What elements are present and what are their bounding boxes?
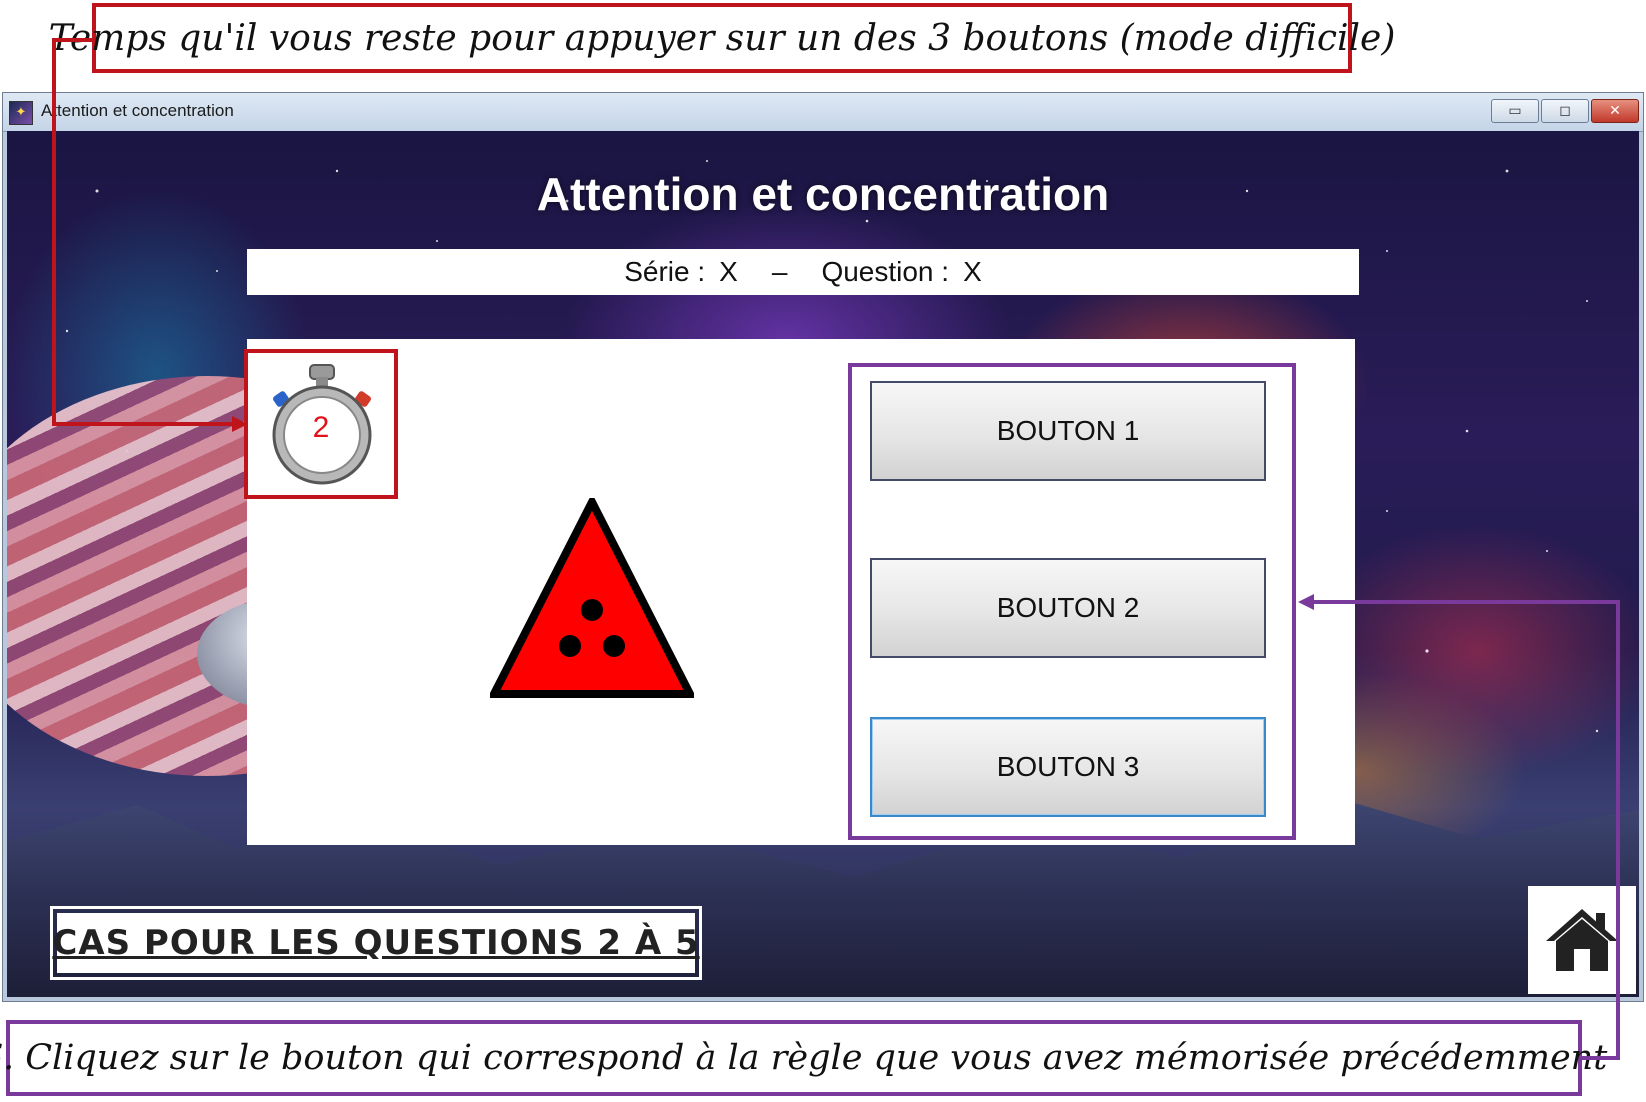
case-label: CAS POUR LES QUESTIONS 2 À 5 (50, 906, 702, 980)
timer-value: 2 (312, 411, 330, 444)
case-label-text: CAS POUR LES QUESTIONS 2 À 5 (52, 913, 699, 973)
answer-buttons-group: BOUTON 1 BOUTON 2 BOUTON 3 (848, 363, 1296, 840)
bouton-2-button[interactable]: BOUTON 2 (870, 558, 1266, 658)
series-value: X (719, 256, 738, 287)
bouton-3-button[interactable]: BOUTON 3 (870, 717, 1266, 817)
stimulus-dot (559, 635, 581, 657)
app-heading: Attention et concentration (536, 168, 1110, 220)
stimulus-dot (603, 635, 625, 657)
minimize-button[interactable]: ▭ (1491, 99, 1539, 123)
series-label: Série : (624, 256, 706, 287)
top-annotation-text: Temps qu'il vous reste pour appuyer sur … (48, 17, 1396, 59)
stimulus-triangle (490, 498, 694, 698)
close-button[interactable]: ✕ (1591, 99, 1639, 123)
bottom-annotation-text: 6. Cliquez sur le bouton qui correspond … (0, 1038, 1608, 1078)
home-icon (1546, 909, 1618, 971)
window-title: Attention et concentration (41, 101, 234, 120)
app-icon: ✦ (9, 101, 33, 125)
top-annotation: Temps qu'il vous reste pour appuyer sur … (49, 3, 1395, 73)
game-background: Attention et concentration Série : X – Q… (7, 131, 1639, 997)
timer-box: 2 (244, 349, 398, 499)
bottom-annotation: 6. Cliquez sur le bouton qui correspond … (0, 1020, 1607, 1096)
maximize-button[interactable]: ◻ (1541, 99, 1589, 123)
bouton-1-button[interactable]: BOUTON 1 (870, 381, 1266, 481)
home-button[interactable] (1528, 886, 1636, 994)
question-value: X (963, 256, 982, 287)
series-question-bar: Série : X – Question : X (247, 249, 1359, 295)
title-bar[interactable]: ✦ Attention et concentration ▭ ◻ ✕ (3, 93, 1643, 132)
question-label: Question : (821, 256, 950, 287)
app-window: ✦ Attention et concentration ▭ ◻ ✕ Atten… (2, 92, 1644, 1002)
stimulus-dot (581, 599, 603, 621)
separator: – (771, 256, 788, 287)
